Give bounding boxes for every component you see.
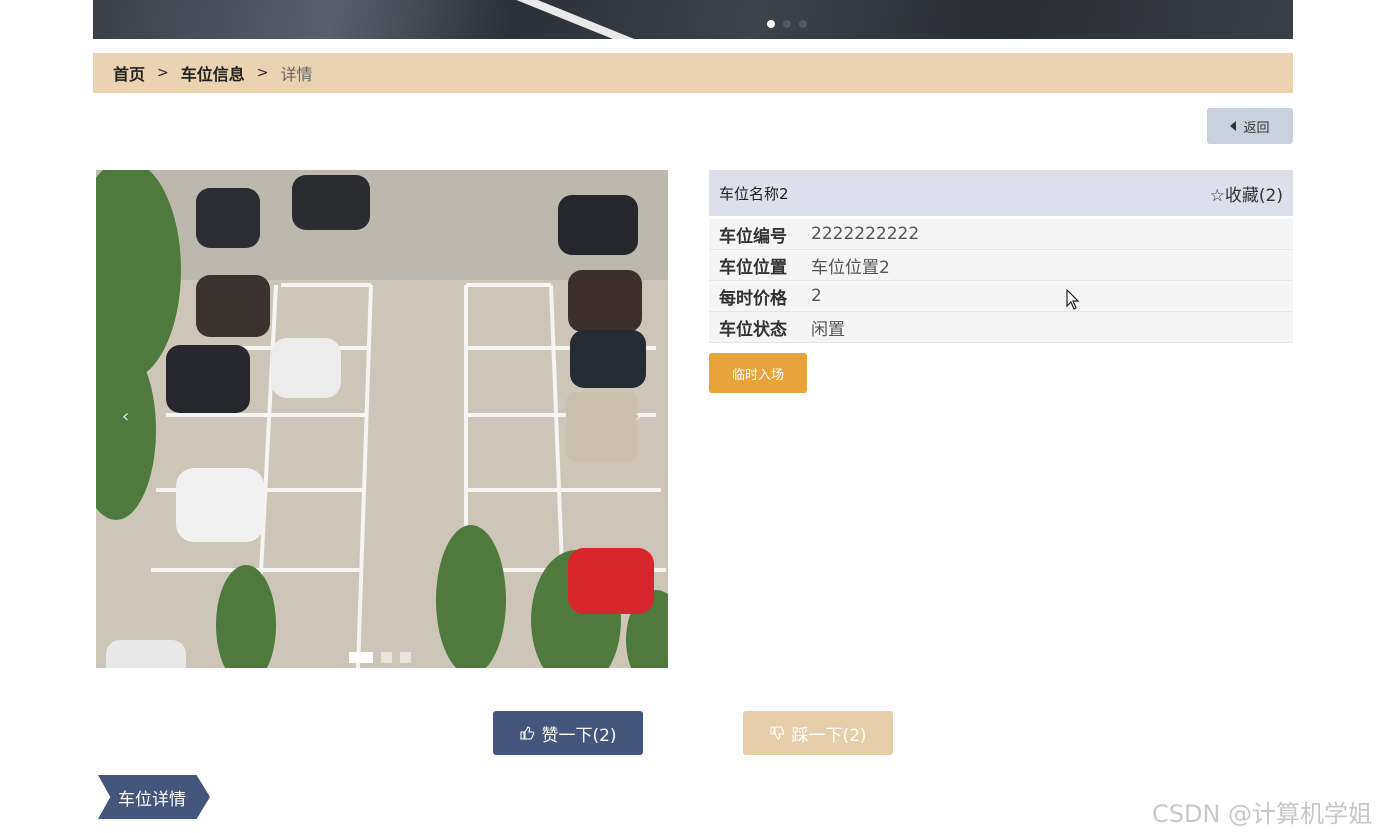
section-tag: 车位详情 (98, 775, 210, 819)
field-label: 车位位置 (709, 249, 801, 281)
dislike-button[interactable]: 踩一下(2) (743, 711, 893, 755)
like-button[interactable]: 赞一下(2) (493, 711, 643, 755)
field-value: 2222222222 (801, 219, 1293, 250)
breadcrumb-section-link[interactable]: 车位信息 (181, 61, 245, 85)
banner-indicator-3[interactable] (799, 20, 807, 28)
breadcrumb-current: 详情 (280, 65, 313, 84)
field-value: 2 (801, 280, 1293, 312)
carousel-indicators (349, 652, 411, 663)
back-button[interactable]: 返回 (1207, 108, 1293, 144)
table-row: 车位编号 2222222222 (709, 219, 1293, 250)
breadcrumb-separator: > (256, 65, 269, 81)
parking-lot-photo (96, 170, 668, 668)
table-row: 车位状态 闲置 (709, 311, 1293, 343)
detail-table: 车位编号 2222222222 车位位置 车位位置2 每时价格 2 车位状态 闲… (709, 219, 1293, 343)
carousel-indicator-1[interactable] (349, 652, 373, 663)
carousel-next-button[interactable]: › (635, 406, 642, 427)
temporary-entry-button[interactable]: 临时入场 (709, 353, 807, 393)
carousel-indicator-2[interactable] (381, 652, 392, 663)
mouse-cursor-icon (1066, 289, 1080, 310)
banner-image-streak (510, 0, 643, 39)
table-row: 每时价格 2 (709, 280, 1293, 312)
breadcrumb-separator: > (157, 65, 169, 81)
parking-photo-carousel[interactable]: ‹ › (96, 170, 668, 668)
back-button-label: 返回 (1243, 120, 1270, 136)
parking-space-name: 车位名称2 (719, 184, 789, 203)
banner-indicators (767, 20, 807, 28)
favorite-button[interactable]: ☆收藏(2) (1210, 181, 1283, 206)
carousel-prev-button[interactable]: ‹ (122, 406, 129, 427)
thumbs-up-icon (520, 726, 535, 740)
breadcrumb-home-link[interactable]: 首页 (113, 61, 145, 85)
dislike-button-label: 踩一下(2) (791, 725, 867, 746)
detail-title-bar: 车位名称2 ☆收藏(2) (709, 170, 1293, 216)
breadcrumb: 首页 > 车位信息 > 详情 (93, 53, 1293, 93)
carousel-indicator-3[interactable] (400, 652, 411, 663)
field-label: 车位编号 (709, 219, 801, 250)
field-value: 闲置 (801, 311, 1293, 343)
thumbs-down-icon (770, 726, 785, 740)
field-label: 车位状态 (709, 311, 801, 343)
banner-indicator-2[interactable] (783, 20, 791, 28)
banner-indicator-1[interactable] (767, 20, 775, 28)
like-button-label: 赞一下(2) (541, 725, 617, 746)
table-row: 车位位置 车位位置2 (709, 249, 1293, 281)
top-banner (93, 0, 1293, 39)
caret-left-icon (1230, 121, 1237, 131)
field-value: 车位位置2 (801, 249, 1293, 281)
watermark: CSDN @计算机学姐 (1152, 800, 1373, 828)
field-label: 每时价格 (709, 280, 801, 312)
